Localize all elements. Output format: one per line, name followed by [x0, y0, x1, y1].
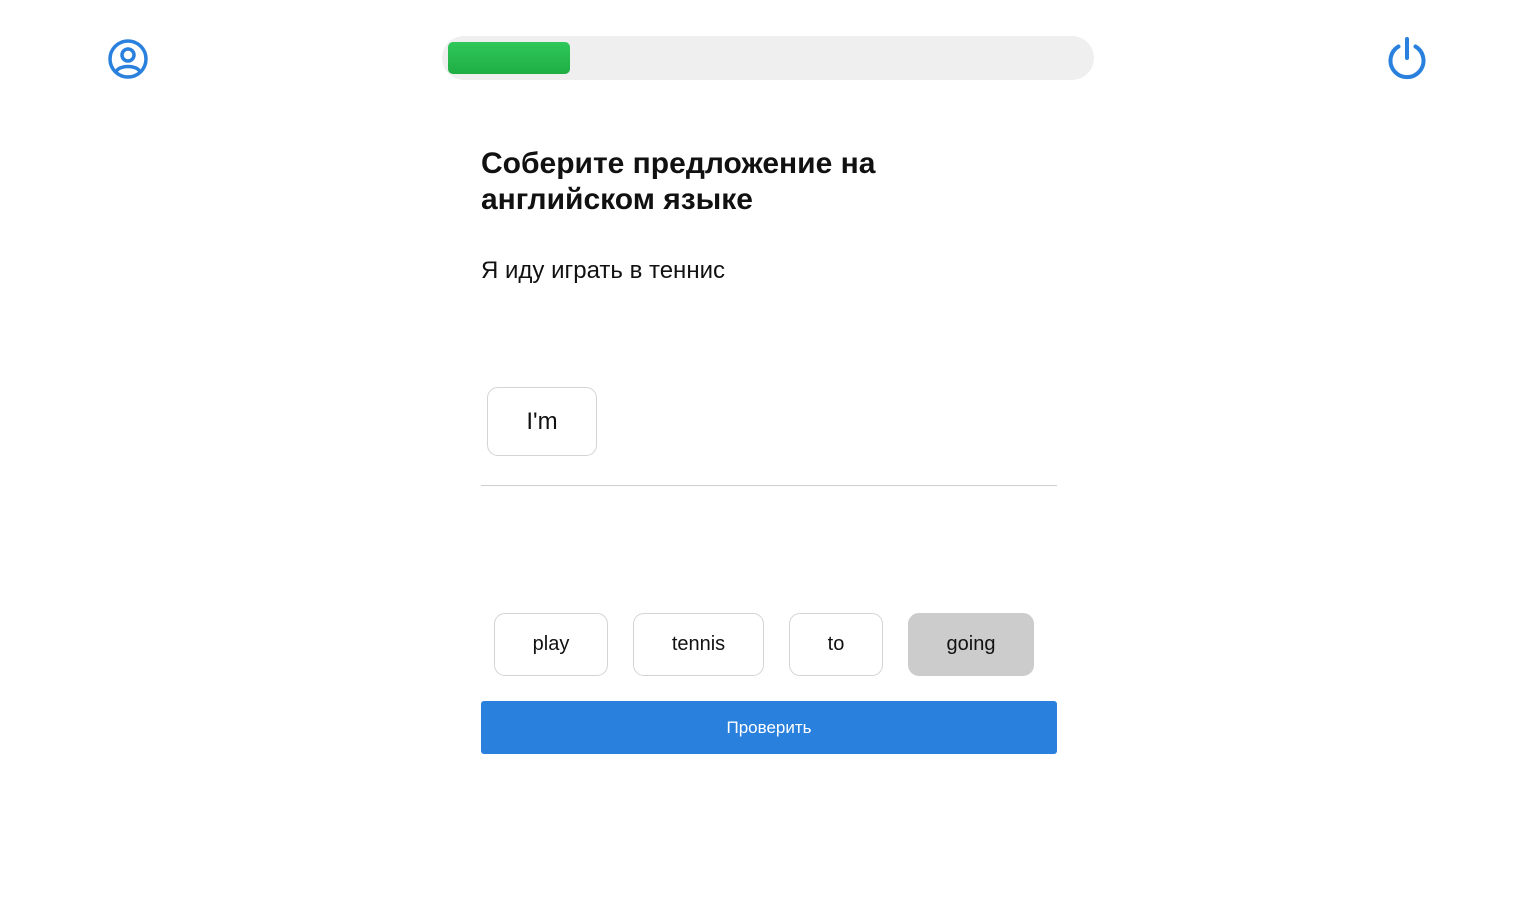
answer-area[interactable]: I'm [481, 372, 1057, 486]
check-button[interactable]: Проверить [481, 701, 1057, 754]
word-bank: play tennis to going [481, 613, 1057, 676]
word-chip-play[interactable]: play [494, 613, 608, 676]
source-sentence: Я иду играть в теннис [481, 257, 725, 284]
profile-button[interactable] [107, 38, 149, 80]
answer-word-chip[interactable]: I'm [487, 387, 597, 456]
exercise-page: Соберите предложение на английском языке… [0, 0, 1527, 915]
logout-button[interactable] [1385, 36, 1429, 80]
exercise-title: Соберите предложение на английском языке [481, 147, 876, 216]
word-chip-going[interactable]: going [908, 613, 1034, 676]
power-icon [1388, 37, 1426, 80]
user-circle-icon [108, 39, 148, 79]
progress-bar [442, 36, 1094, 80]
progress-fill [448, 42, 570, 74]
word-chip-tennis[interactable]: tennis [633, 613, 764, 676]
word-chip-to[interactable]: to [789, 613, 883, 676]
